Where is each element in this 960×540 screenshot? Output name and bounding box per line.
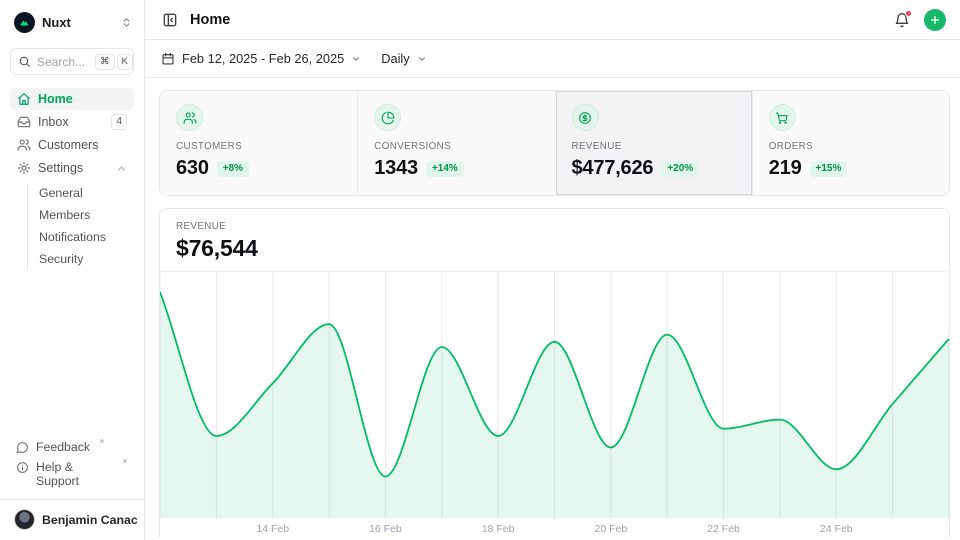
chart-metric-label: REVENUE: [176, 221, 933, 232]
inbox-count-badge: 4: [111, 114, 127, 130]
chevron-up-icon: [116, 163, 127, 174]
plus-icon: [929, 14, 941, 26]
sidebar-item-settings[interactable]: Settings: [10, 157, 134, 179]
search-input-wrapper[interactable]: ⌘ K: [10, 48, 134, 75]
stat-value: 219: [769, 157, 802, 180]
stat-delta-badge: +14%: [426, 161, 464, 177]
sidebar-nav: Home Inbox 4 Customers Settings: [10, 88, 134, 270]
notification-dot: [905, 10, 912, 17]
chevron-down-icon: [351, 54, 361, 64]
inbox-icon: [17, 115, 31, 129]
sidebar-item-label: Customers: [38, 138, 98, 152]
collapse-sidebar-button[interactable]: [159, 9, 181, 31]
chevron-down-icon: [417, 54, 427, 64]
settings-subnav: General Members Notifications Security: [27, 182, 134, 270]
avatar: [14, 509, 35, 530]
filter-toolbar: Feb 12, 2025 - Feb 26, 2025 Daily: [145, 40, 960, 78]
sidebar-item-label: Inbox: [38, 115, 69, 129]
search-input[interactable]: [37, 55, 89, 69]
sidebar-item-label: Home: [38, 92, 73, 106]
chart-metric-value: $76,544: [176, 235, 933, 262]
kbd-k: K: [117, 54, 133, 70]
revenue-chart-header: REVENUE $76,544: [160, 209, 949, 272]
chevron-up-down-icon: [121, 17, 132, 28]
gear-icon: [17, 161, 31, 175]
x-tick-label: 18 Feb: [482, 523, 515, 535]
x-tick-label: 22 Feb: [707, 523, 740, 535]
sidebar-item-general[interactable]: General: [32, 182, 134, 204]
stat-value: 630: [176, 157, 209, 180]
shopping-cart-icon: [769, 104, 796, 131]
top-bar: Home: [145, 0, 960, 40]
stat-card-revenue[interactable]: REVENUE $477,626 +20%: [555, 91, 752, 195]
circle-dollar-icon: [572, 104, 599, 131]
sidebar-spacer: [10, 270, 134, 437]
message-bubble-icon: [16, 441, 29, 454]
sidebar-item-inbox[interactable]: Inbox 4: [10, 111, 134, 133]
pie-chart-icon: [374, 104, 401, 131]
stat-label: CUSTOMERS: [176, 141, 341, 152]
page-title: Home: [190, 12, 230, 28]
kbd-meta: ⌘: [95, 54, 115, 70]
stat-label: REVENUE: [572, 141, 736, 152]
x-tick-label: 14 Feb: [256, 523, 289, 535]
x-tick-label: 16 Feb: [369, 523, 402, 535]
date-range-value: Feb 12, 2025 - Feb 26, 2025: [182, 51, 344, 66]
stat-value: $477,626: [572, 157, 654, 180]
sidebar-item-customers[interactable]: Customers: [10, 134, 134, 156]
x-tick-label: 20 Feb: [594, 523, 627, 535]
stat-value: 1343: [374, 157, 418, 180]
search-icon: [18, 55, 31, 68]
nuxt-logo-icon: [14, 12, 35, 33]
revenue-chart-card: REVENUE $76,544 14 Feb 16 Feb 18 Feb 20 Feb…: [159, 208, 950, 538]
stats-row: CUSTOMERS 630 +8% CONVERSIONS 1343 +14%: [159, 90, 950, 196]
external-link-icon: [121, 458, 128, 465]
workspace-name: Nuxt: [42, 15, 114, 30]
stat-label: ORDERS: [769, 141, 933, 152]
notifications-button[interactable]: [892, 10, 912, 30]
sidebar: Nuxt ⌘ K Home: [0, 0, 145, 540]
feedback-link[interactable]: Feedback: [10, 437, 134, 457]
x-tick-label: 24 Feb: [820, 523, 853, 535]
period-select[interactable]: Daily: [381, 51, 426, 66]
user-name: Benjamin Canac: [42, 513, 138, 527]
workspace-switcher[interactable]: Nuxt: [10, 9, 134, 35]
stat-card-customers[interactable]: CUSTOMERS 630 +8%: [160, 91, 357, 195]
sidebar-item-home[interactable]: Home: [10, 88, 134, 110]
users-icon: [176, 104, 203, 131]
info-circle-icon: [16, 461, 29, 474]
users-icon: [17, 138, 31, 152]
date-range-picker[interactable]: Feb 12, 2025 - Feb 26, 2025: [161, 51, 361, 66]
dashboard-content: CUSTOMERS 630 +8% CONVERSIONS 1343 +14%: [145, 78, 960, 540]
stat-delta-badge: +20%: [661, 161, 699, 177]
main-area: Home Feb 12, 2025 - Feb 26, 2025: [145, 0, 960, 540]
stat-delta-badge: +15%: [810, 161, 848, 177]
sidebar-item-label: Settings: [38, 161, 83, 175]
app-window: Nuxt ⌘ K Home: [0, 0, 960, 540]
search-shortcut: ⌘ K: [95, 54, 133, 70]
footer-link-label: Feedback: [36, 440, 90, 454]
home-icon: [17, 92, 31, 106]
help-support-link[interactable]: Help & Support: [10, 457, 134, 491]
stat-card-conversions[interactable]: CONVERSIONS 1343 +14%: [357, 91, 554, 195]
period-value: Daily: [381, 51, 409, 66]
user-menu[interactable]: Benjamin Canac: [10, 500, 134, 530]
add-button[interactable]: [924, 9, 946, 31]
stat-label: CONVERSIONS: [374, 141, 538, 152]
external-link-icon: [98, 438, 105, 445]
sidebar-item-notifications[interactable]: Notifications: [32, 226, 134, 248]
footer-link-label: Help & Support: [36, 460, 113, 488]
sidebar-item-members[interactable]: Members: [32, 204, 134, 226]
revenue-chart-x-axis: 14 Feb 16 Feb 18 Feb 20 Feb 22 Feb 24 Feb: [160, 518, 949, 538]
stat-card-orders[interactable]: ORDERS 219 +15%: [752, 91, 949, 195]
revenue-chart-plot[interactable]: [160, 272, 949, 518]
sidebar-item-security[interactable]: Security: [32, 248, 134, 270]
calendar-icon: [161, 52, 175, 66]
stat-delta-badge: +8%: [217, 161, 249, 177]
